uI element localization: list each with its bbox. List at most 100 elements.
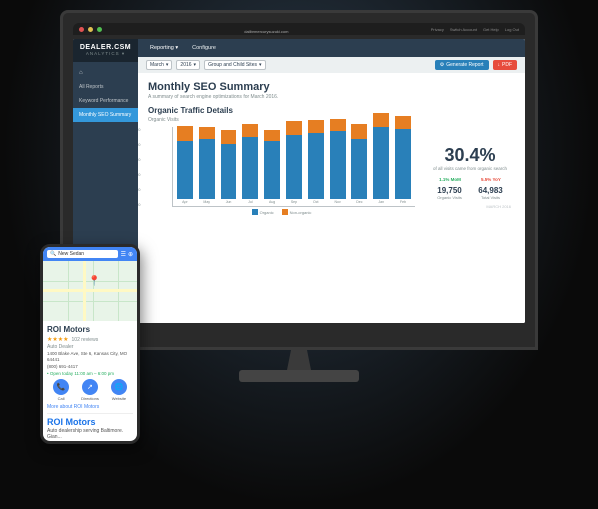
log-out-link[interactable]: Log Out (505, 27, 519, 32)
bar-label: Dec (356, 200, 362, 204)
bar-label: Jun (226, 200, 232, 204)
bar-nonorganic (242, 124, 258, 137)
chart-section: 600,000 500,000 400,000 300,000 200,000 … (148, 127, 515, 227)
bar-organic (221, 144, 237, 199)
total-visits-label: Total Visits (478, 195, 502, 200)
pdf-button[interactable]: ↓ PDF (493, 60, 518, 70)
phone-content: ROI Motors ★★★★ 102 reviews Auto Dealer … (43, 321, 137, 441)
search-icon: 🔍 (50, 251, 56, 257)
switch-account-link[interactable]: Switch Account (450, 27, 477, 32)
sidebar-logo: DEALER.CSM ANALYTICS ▾ (73, 39, 138, 62)
sidebar-item-all-reports[interactable]: All Reports (73, 80, 138, 94)
month-chevron-icon: ▾ (166, 62, 169, 68)
bar-stack (328, 119, 348, 199)
directions-action[interactable]: ↗ Directions (81, 379, 99, 401)
stats-box: 30.4% of all visits came from organic se… (425, 127, 515, 227)
map-road (43, 289, 137, 292)
chart-legend: Organic Non-organic (148, 209, 415, 215)
address-bar: dailbrmercurysuzuki.com (244, 29, 288, 34)
nav-reporting-label: Reporting ▾ (150, 45, 178, 51)
mom-stat: 1.1% MoM (439, 177, 461, 182)
phone-top-bar: 🔍 New Sedan ☰ ⊕ (43, 247, 137, 261)
sidebar-item-keyword-performance[interactable]: Keyword Performance (73, 94, 138, 108)
bar-nonorganic (199, 127, 215, 139)
bar-nonorganic (308, 120, 324, 133)
business-stars: ★★★★ 102 reviews (47, 336, 133, 343)
bar-organic (286, 135, 302, 199)
more-about-link[interactable]: More about ROI Motors (47, 404, 133, 410)
get-help-link[interactable]: Get Help (483, 27, 499, 32)
nav-reporting[interactable]: Reporting ▾ (146, 43, 182, 53)
bar-stack (175, 126, 195, 199)
bar-stack (284, 121, 304, 199)
logo-text: DEALER.CSM (77, 44, 134, 51)
stat-numbers: 19,750 Organic Visits 64,983 Total Visit… (429, 186, 511, 200)
month-filter[interactable]: March ▾ (146, 60, 172, 70)
chart-wrapper: 600,000 500,000 400,000 300,000 200,000 … (148, 127, 415, 227)
call-label: Call (58, 396, 65, 401)
stat-desc: of all visits came from organic search (429, 166, 511, 171)
section-title: Organic Traffic Details (148, 106, 515, 115)
bar-organic (308, 133, 324, 199)
close-dot (79, 27, 84, 32)
star-rating: ★★★★ (47, 336, 69, 343)
nav-configure-label: Configure (192, 45, 216, 51)
bar-organic (199, 139, 215, 199)
generate-report-button[interactable]: ⚙ Generate Report (435, 60, 489, 70)
minimize-dot (88, 27, 93, 32)
bar-label: Jan (378, 200, 384, 204)
bar-group: Apr (175, 126, 195, 204)
year-filter[interactable]: 2016 ▾ (176, 60, 200, 70)
phone-icons: ☰ ⊕ (121, 251, 133, 258)
app-main: Reporting ▾ Configure March ▾ (138, 39, 525, 323)
bar-group: Feb (393, 116, 413, 204)
bar-stack (350, 124, 370, 199)
nonorganic-legend-label: Non-organic (290, 210, 312, 215)
pdf-label: PDF (502, 62, 512, 68)
logo-sub: ANALYTICS ▾ (77, 51, 134, 57)
bar-nonorganic (351, 124, 367, 139)
total-visits-block: 64,983 Total Visits (478, 186, 502, 200)
bar-group: May (197, 127, 217, 204)
organic-legend-label: Organic (260, 210, 274, 215)
phone-number: (800) 691-4417 (47, 364, 133, 370)
phone-search-text: New Sedan (58, 251, 84, 257)
organic-legend-dot (252, 209, 258, 215)
privacy-link[interactable]: Privacy (431, 27, 444, 32)
phone-search-box[interactable]: 🔍 New Sedan (47, 250, 118, 258)
bar-group: Oct (306, 120, 326, 204)
group-value: Group and Child Sites (208, 62, 257, 68)
nav-configure[interactable]: Configure (188, 43, 220, 53)
filter-bar: March ▾ 2016 ▾ Group and Child Sites ▾ (138, 57, 525, 73)
phone-screen: 🔍 New Sedan ☰ ⊕ 📍 (43, 247, 137, 441)
bar-group: Aug (262, 130, 282, 204)
bar-nonorganic (177, 126, 193, 141)
website-action[interactable]: 🌐 Website (111, 379, 127, 401)
year-chevron-icon: ▾ (194, 62, 197, 68)
phone-action-row: 📞 Call ↗ Directions 🌐 Website (47, 379, 133, 401)
home-icon: ⌂ (79, 70, 83, 76)
business-desc: Auto dealership serving Baltimore. Gian.… (47, 428, 133, 440)
bar-stack (262, 130, 282, 199)
bar-nonorganic (221, 130, 237, 144)
bar-organic (264, 141, 280, 199)
bar-label: Sep (291, 200, 297, 204)
pdf-icon: ↓ (498, 62, 501, 68)
bar-group: Dec (350, 124, 370, 204)
chart-y-labels: 600,000 500,000 400,000 300,000 200,000 … (138, 127, 140, 207)
bar-stack (393, 116, 413, 199)
generate-icon: ⚙ (440, 62, 444, 68)
bar-organic (177, 141, 193, 199)
sidebar-item-monthly-seo[interactable]: Monthly SEO Summary (73, 108, 138, 122)
sidebar-item-home[interactable]: ⌂ (73, 66, 138, 80)
app-nav-bar: Reporting ▾ Configure (146, 43, 220, 53)
group-filter[interactable]: Group and Child Sites ▾ (204, 60, 265, 70)
date-note: MARCH 2016 (429, 204, 511, 209)
divider (47, 413, 133, 414)
bar-nonorganic (373, 113, 389, 127)
call-action[interactable]: 📞 Call (53, 379, 69, 401)
bar-label: Apr (182, 200, 187, 204)
bar-nonorganic (264, 130, 280, 141)
bar-label: Aug (269, 200, 275, 204)
bar-group: Jun (219, 130, 239, 204)
